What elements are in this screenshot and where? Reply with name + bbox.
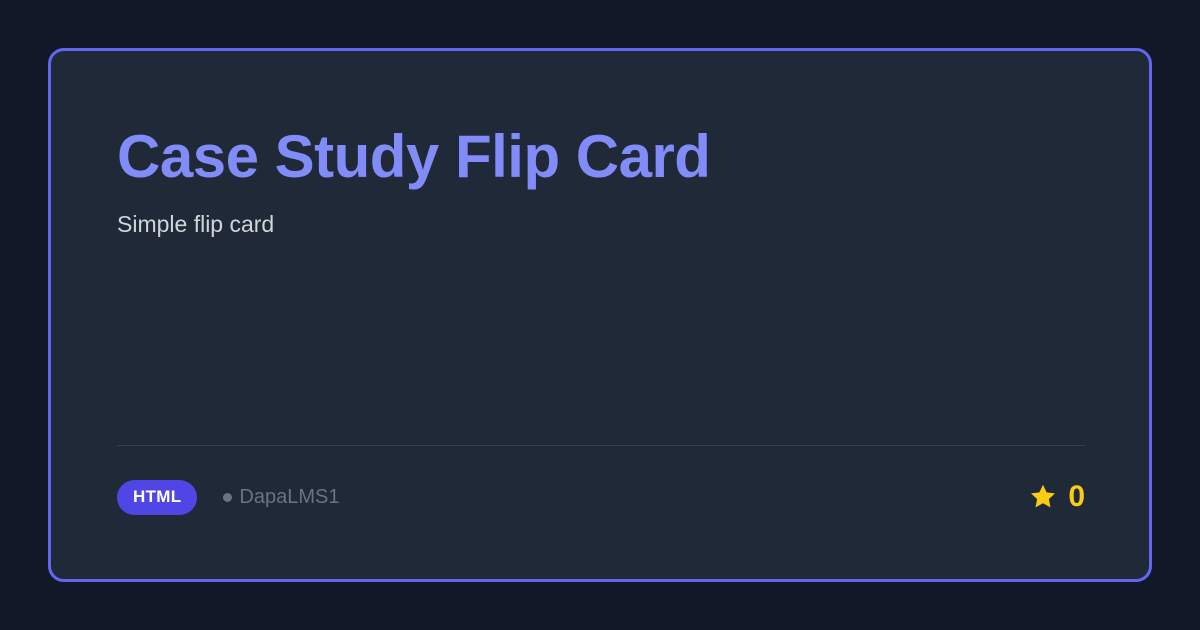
- star-count-group: 0: [1028, 479, 1085, 515]
- owner: DapaLMS1: [223, 486, 339, 509]
- card-footer: HTML DapaLMS1 0: [117, 479, 1085, 515]
- dot-icon: [223, 492, 233, 502]
- star-count: 0: [1068, 480, 1085, 513]
- repo-card[interactable]: Case Study Flip Card Simple flip card HT…: [48, 48, 1152, 582]
- star-icon: [1028, 482, 1058, 512]
- repo-title: Case Study Flip Card: [117, 123, 711, 190]
- owner-name: DapaLMS1: [239, 485, 340, 508]
- language-badge: HTML: [117, 479, 198, 515]
- repo-description: Simple flip card: [117, 211, 275, 237]
- divider: [117, 445, 1085, 446]
